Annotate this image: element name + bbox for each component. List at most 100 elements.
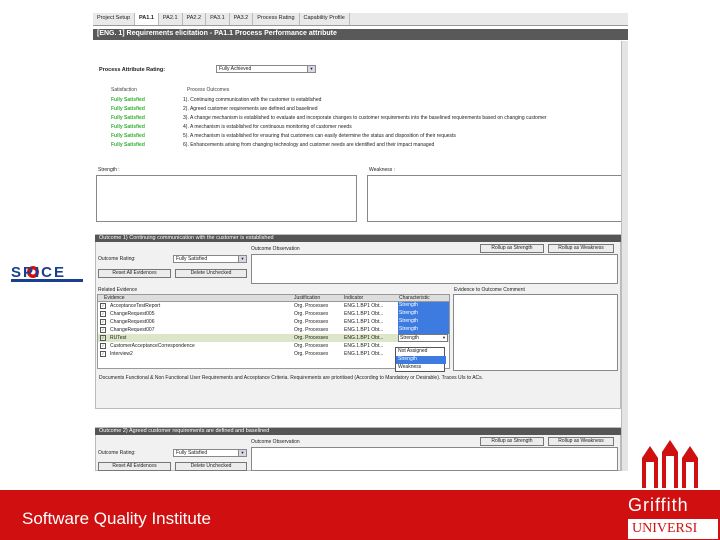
spice-logo: SPICE (11, 262, 83, 284)
col-indicator[interactable]: Indicator (344, 295, 363, 301)
row-checkbox[interactable]: ✓ (100, 351, 108, 357)
rating-select[interactable]: Fully Achieved ▼ (216, 65, 316, 73)
rollup-strength-button[interactable]: Rollup as Strength (480, 437, 544, 446)
outcome-status: Fully Satisfied (111, 133, 145, 139)
outcome-status: Fully Satisfied (111, 142, 145, 148)
tab-capability-profile[interactable]: Capability Profile (300, 13, 350, 25)
checkmark-icon: ✓ (100, 303, 106, 309)
row-checkbox[interactable]: ✓ (100, 343, 108, 349)
table-row-selected[interactable]: ✓ RUTest Org. Processes ENG.1.BP1 Obt...… (98, 334, 449, 342)
weakness-textarea[interactable] (367, 175, 625, 222)
chevron-down-icon: ▼ (238, 256, 246, 262)
page-title: [ENG. 1] Requirements elicitation - PA1.… (93, 29, 628, 40)
table-row[interactable]: ✓ ChangeRequest006 Org. Processes ENG.1.… (98, 318, 449, 326)
dropdown-option-highlighted[interactable]: Strength (396, 356, 446, 364)
evidence-name: ChangeRequest007 (110, 327, 155, 333)
tab-pa3-1[interactable]: PA3.1 (206, 13, 230, 25)
col-evidence[interactable]: Evidence (104, 295, 125, 301)
evidence-name: CustomerAcceptanceCorrespondence (110, 343, 195, 349)
tab-project-setup[interactable]: Project Setup (93, 13, 136, 25)
row-checkbox[interactable]: ✓ (100, 335, 108, 341)
outcome1-rating-select[interactable]: Fully Satisfied ▼ (173, 255, 247, 263)
outcome2-observation-textarea[interactable] (251, 447, 618, 471)
tab-pa1-1[interactable]: PA1.1 (135, 13, 159, 25)
outcome-text[interactable]: 6). Enhancements arising from changing t… (183, 142, 434, 148)
chevron-down-icon: ▼ (307, 66, 315, 72)
tab-pa2-1[interactable]: PA2.1 (159, 13, 183, 25)
evidence-justification: Org. Processes (294, 319, 329, 325)
spice-logo-text: SPICE (11, 264, 67, 281)
characteristic-dropdown-list: Not Assigned Strength Weakness (395, 347, 446, 372)
tab-pa2-2[interactable]: PA2.2 (183, 13, 207, 25)
outcome-text[interactable]: 2). Agreed customer requirements are def… (183, 106, 318, 112)
outcome-text[interactable]: 1). Continuing communication with the cu… (183, 97, 321, 103)
reset-evidences-button[interactable]: Reset All Evidences (98, 462, 171, 471)
evidence-indicator: ENG.1.BP1 Obt... (344, 303, 384, 309)
rating-value: Fully Achieved (219, 66, 252, 72)
evidence-characteristic[interactable]: Strength (398, 310, 449, 318)
col-justification[interactable]: Justification (294, 295, 320, 301)
rollup-weakness-button[interactable]: Rollup as Weakness (548, 437, 614, 446)
outcome2-observation-label: Outcome Observation (251, 439, 300, 445)
col-characteristic[interactable]: Characteristic (399, 295, 430, 301)
evidence-comment-textarea[interactable] (453, 294, 618, 371)
assessment-window: Project Setup PA1.1 PA2.1 PA2.2 PA3.1 PA… (93, 13, 628, 471)
checkmark-icon: ✓ (100, 319, 106, 325)
griffith-wordmark: Griffith (628, 495, 689, 515)
row-checkbox[interactable]: ✓ (100, 311, 108, 317)
evidence-indicator: ENG.1.BP1 Obt... (344, 311, 384, 317)
outcomes-col-header: Process Outcomes (187, 87, 230, 93)
chevron-down-icon: ▼ (238, 450, 246, 456)
evidence-justification: Org. Processes (294, 311, 329, 317)
row-checkbox[interactable]: ✓ (100, 327, 108, 333)
scrollbar[interactable] (621, 41, 628, 471)
evidence-indicator: ENG.1.BP1 Obt... (344, 351, 384, 357)
evidence-characteristic[interactable]: Strength (398, 302, 449, 310)
table-row[interactable]: ✓ ChangeRequest007 Org. Processes ENG.1.… (98, 326, 449, 334)
outcome-status: Fully Satisfied (111, 124, 145, 130)
outcome-text[interactable]: 4). A mechanism is established for conti… (183, 124, 352, 130)
outcome1-observation-textarea[interactable] (251, 254, 618, 284)
rollup-strength-button[interactable]: Rollup as Strength (480, 244, 544, 253)
outcome-status: Fully Satisfied (111, 106, 145, 112)
table-row[interactable]: ✓ AcceptanceTestReport Org. Processes EN… (98, 302, 449, 310)
evidence-justification: Org. Processes (294, 327, 329, 333)
evidence-indicator: ENG.1.BP1 Obt... (344, 327, 384, 333)
checkmark-icon: ✓ (100, 343, 106, 349)
footer-title: Software Quality Institute (22, 509, 211, 528)
outcome-text[interactable]: 3). A change mechanism is established to… (183, 115, 547, 121)
table-row[interactable]: ✓ ChangeRequest005 Org. Processes ENG.1.… (98, 310, 449, 318)
evidence-name: AcceptanceTestReport (110, 303, 161, 309)
characteristic-value: Strength (400, 335, 419, 341)
university-wordmark: UNIVERSI (628, 519, 718, 539)
row-checkbox[interactable]: ✓ (100, 319, 108, 325)
evidence-characteristic[interactable]: Strength (398, 326, 449, 334)
outcome-text[interactable]: 5). A mechanism is established for ensur… (183, 133, 456, 139)
rollup-weakness-button[interactable]: Rollup as Weakness (548, 244, 614, 253)
reset-evidences-button[interactable]: Reset All Evidences (98, 269, 171, 278)
tab-pa3-2[interactable]: PA3.2 (230, 13, 254, 25)
evidence-name: RUTest (110, 335, 127, 341)
row-checkbox[interactable]: ✓ (100, 303, 108, 309)
evidence-justification: Org. Processes (294, 351, 329, 357)
checkmark-icon: ✓ (100, 311, 106, 317)
evidence-characteristic[interactable]: Strength (398, 318, 449, 326)
strength-textarea[interactable] (96, 175, 357, 222)
evidence-justification: Org. Processes (294, 303, 329, 309)
outcome2-rating-select[interactable]: Fully Satisfied ▼ (173, 449, 247, 457)
evidence-indicator: ENG.1.BP1 Obt... (344, 343, 384, 349)
tab-process-rating[interactable]: Process Rating (253, 13, 300, 25)
characteristic-select[interactable]: Strength ▼ (398, 334, 448, 342)
dropdown-option[interactable]: Not Assigned (396, 348, 446, 356)
rating-label: Process Attribute Rating: (99, 67, 166, 73)
related-evidence-label: Related Evidence (98, 287, 138, 293)
chevron-down-icon: ▼ (442, 335, 446, 340)
evidence-comment-label: Evidence to Outcome Comment (454, 287, 525, 293)
delete-unchecked-button[interactable]: Delete Unchecked (175, 462, 247, 471)
outcome1-observation-label: Outcome Observation (251, 246, 300, 252)
outcome2-rating-value: Fully Satisfied (176, 450, 208, 456)
evidence-justification: Org. Processes (294, 343, 329, 349)
delete-unchecked-button[interactable]: Delete Unchecked (175, 269, 247, 278)
dropdown-option[interactable]: Weakness (396, 364, 446, 372)
evidence-comment-text: Documents Functional & Non Functional Us… (99, 375, 484, 381)
